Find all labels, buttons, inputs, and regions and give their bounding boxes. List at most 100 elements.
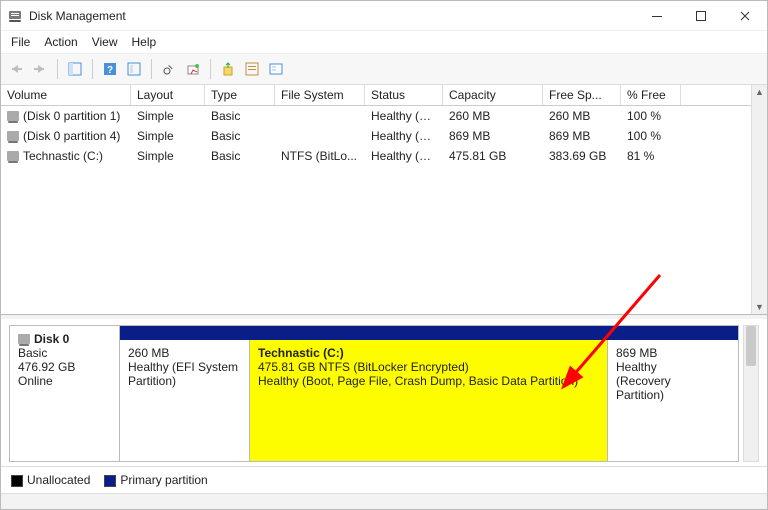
col-layout[interactable]: Layout (131, 85, 205, 105)
table-row[interactable]: (Disk 0 partition 4)SimpleBasic Healthy (… (1, 126, 751, 146)
scroll-down-icon[interactable]: ▼ (755, 302, 764, 312)
partition-detail: Healthy (Boot, Page File, Crash Dump, Ba… (258, 374, 599, 388)
rescan-button[interactable] (182, 58, 204, 80)
col-status[interactable]: Status (365, 85, 443, 105)
cell-type: Basic (205, 146, 275, 166)
col-capacity[interactable]: Capacity (443, 85, 543, 105)
partition-header-bar (120, 326, 738, 340)
partition-strip: 260 MBHealthy (EFI System Partition)Tech… (120, 326, 738, 461)
col-pct[interactable]: % Free (621, 85, 681, 105)
forward-button[interactable] (29, 58, 51, 80)
volume-icon (7, 111, 19, 121)
col-volume[interactable]: Volume (1, 85, 131, 105)
toolbar-sep (151, 59, 152, 79)
cell-capacity: 869 MB (443, 126, 543, 146)
disk-icon (18, 334, 30, 344)
col-fs[interactable]: File System (275, 85, 365, 105)
window-title: Disk Management (29, 9, 635, 23)
cell-type: Basic (205, 106, 275, 126)
svg-text:?: ? (107, 65, 113, 76)
legend-primary: Primary partition (104, 473, 207, 487)
partition[interactable]: 260 MBHealthy (EFI System Partition) (120, 340, 250, 461)
properties-button[interactable] (123, 58, 145, 80)
legend-primary-label: Primary partition (120, 473, 207, 487)
legend: Unallocated Primary partition (1, 466, 767, 493)
cell-status: Healthy (E... (365, 106, 443, 126)
partition-name: Technastic (C:) (258, 346, 599, 360)
app-icon (7, 8, 23, 24)
attach-vhd-button[interactable] (217, 58, 239, 80)
cell-layout: Simple (131, 106, 205, 126)
cell-capacity: 260 MB (443, 106, 543, 126)
partition-size: 260 MB (128, 346, 241, 360)
action-button[interactable] (241, 58, 263, 80)
volume-icon (7, 131, 19, 141)
back-button[interactable] (5, 58, 27, 80)
partition-detail: Healthy (EFI System Partition) (128, 360, 241, 388)
disk-management-window: Disk Management File Action View Help ? … (0, 0, 768, 510)
toolbar-sep (210, 59, 211, 79)
titlebar: Disk Management (1, 1, 767, 31)
swatch-primary-icon (104, 475, 116, 487)
cell-volume: (Disk 0 partition 4) (1, 126, 131, 146)
show-hide-tree-button[interactable] (64, 58, 86, 80)
disk-graphical-view: Disk 0 Basic 476.92 GB Online 260 MBHeal… (1, 319, 767, 466)
disk-info-pane: Disk 0 Basic 476.92 GB Online (10, 326, 120, 461)
partition[interactable]: Technastic (C:)475.81 GB NTFS (BitLocker… (250, 340, 608, 461)
cell-capacity: 475.81 GB (443, 146, 543, 166)
diskview-scrollbar[interactable] (743, 325, 759, 462)
cell-fs: NTFS (BitLo... (275, 146, 365, 166)
close-button[interactable] (723, 1, 767, 31)
scrollbar-thumb[interactable] (746, 326, 756, 366)
volume-list-header: Volume Layout Type File System Status Ca… (1, 85, 751, 106)
col-type[interactable]: Type (205, 85, 275, 105)
settings-button[interactable] (265, 58, 287, 80)
cell-fs (275, 106, 365, 126)
partition-detail: Healthy (Recovery Partition) (616, 360, 700, 402)
disk-name-label: Disk 0 (34, 332, 69, 346)
cell-type: Basic (205, 126, 275, 146)
cell-free: 869 MB (543, 126, 621, 146)
menu-help[interactable]: Help (132, 35, 157, 49)
cell-pct: 100 % (621, 126, 681, 146)
disk-type: Basic (18, 346, 111, 360)
partition[interactable]: 869 MBHealthy (Recovery Partition) (608, 340, 708, 461)
refresh-button[interactable] (158, 58, 180, 80)
cell-pct: 81 % (621, 146, 681, 166)
col-free[interactable]: Free Sp... (543, 85, 621, 105)
cell-layout: Simple (131, 146, 205, 166)
menu-action[interactable]: Action (44, 35, 77, 49)
cell-free: 260 MB (543, 106, 621, 126)
cell-volume: Technastic (C:) (1, 146, 131, 166)
menu-view[interactable]: View (92, 35, 118, 49)
partition-size: 475.81 GB NTFS (BitLocker Encrypted) (258, 360, 599, 374)
volume-rows[interactable]: (Disk 0 partition 1)SimpleBasic Healthy (… (1, 106, 751, 314)
minimize-button[interactable] (635, 1, 679, 31)
scroll-up-icon[interactable]: ▲ (755, 87, 764, 97)
cell-layout: Simple (131, 126, 205, 146)
cell-status: Healthy (R... (365, 126, 443, 146)
legend-unallocated: Unallocated (11, 473, 90, 487)
volume-icon (7, 151, 19, 161)
maximize-button[interactable] (679, 1, 723, 31)
statusbar (1, 493, 767, 509)
toolbar: ? (1, 54, 767, 85)
cell-status: Healthy (B... (365, 146, 443, 166)
disk-row[interactable]: Disk 0 Basic 476.92 GB Online 260 MBHeal… (9, 325, 739, 462)
cell-free: 383.69 GB (543, 146, 621, 166)
toolbar-sep (92, 59, 93, 79)
volume-list: Volume Layout Type File System Status Ca… (1, 85, 767, 315)
disk-capacity: 476.92 GB (18, 360, 111, 374)
menu-file[interactable]: File (11, 35, 30, 49)
swatch-unallocated-icon (11, 475, 23, 487)
table-row[interactable]: Technastic (C:)SimpleBasicNTFS (BitLo...… (1, 146, 751, 166)
help-button[interactable]: ? (99, 58, 121, 80)
cell-volume: (Disk 0 partition 1) (1, 106, 131, 126)
table-row[interactable]: (Disk 0 partition 1)SimpleBasic Healthy (… (1, 106, 751, 126)
partition-size: 869 MB (616, 346, 700, 360)
cell-pct: 100 % (621, 106, 681, 126)
toolbar-sep (57, 59, 58, 79)
disk-name: Disk 0 (18, 332, 111, 346)
window-buttons (635, 1, 767, 31)
volume-scrollbar[interactable]: ▲ ▼ (751, 85, 767, 314)
